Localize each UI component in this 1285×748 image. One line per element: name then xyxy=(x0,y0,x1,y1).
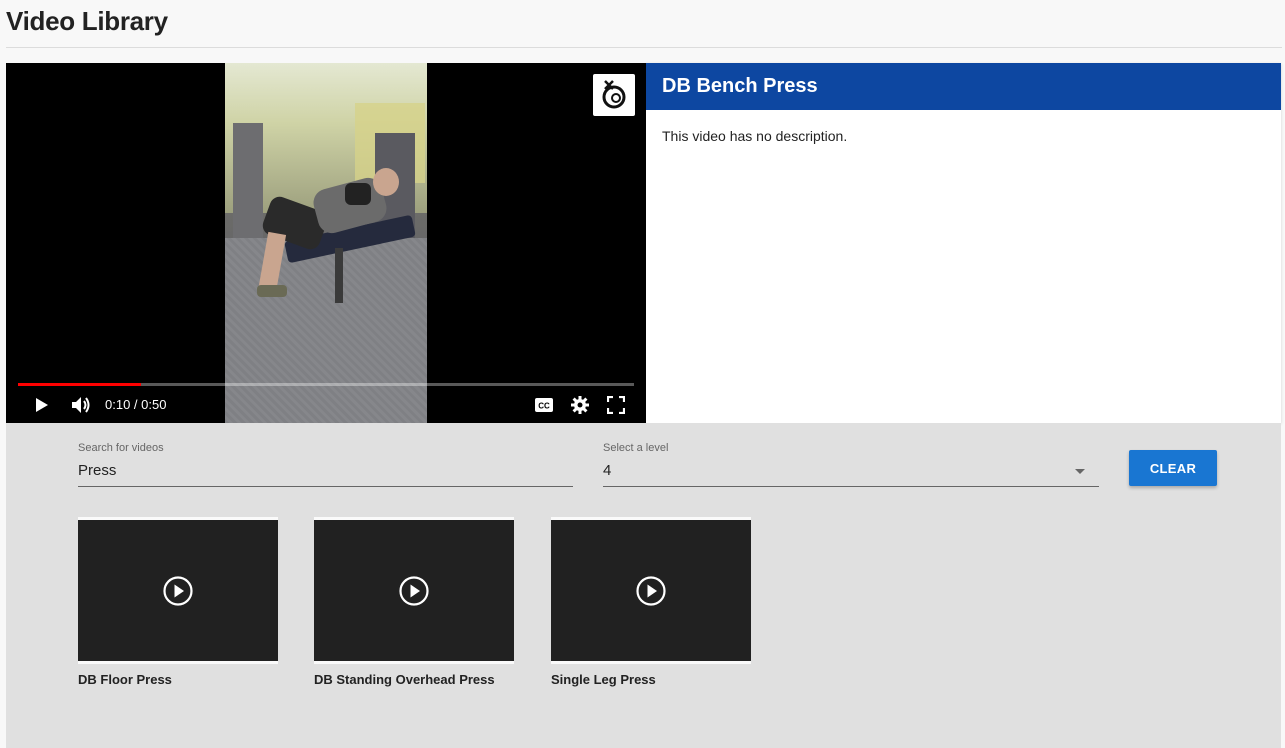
video-thumbnail[interactable] xyxy=(551,517,751,664)
video-thumbnail[interactable] xyxy=(78,517,278,664)
play-circle-icon[interactable] xyxy=(398,575,430,607)
video-title: DB Bench Press xyxy=(662,75,818,97)
time-separator: / xyxy=(130,397,142,412)
video-card-title[interactable]: DB Standing Overhead Press xyxy=(314,672,514,687)
search-input[interactable]: Press xyxy=(78,462,116,479)
level-underline xyxy=(603,486,1099,487)
channel-logo-icon[interactable] xyxy=(593,74,635,116)
chevron-down-icon[interactable] xyxy=(1075,469,1085,474)
time-readout: 0:10 / 0:50 xyxy=(105,397,166,412)
search-underline xyxy=(78,486,573,487)
play-icon[interactable] xyxy=(29,393,53,417)
level-label: Select a level xyxy=(603,442,669,454)
current-time: 0:10 xyxy=(105,397,131,412)
video-card-title[interactable]: Single Leg Press xyxy=(551,672,751,687)
page-title: Video Library xyxy=(6,6,168,36)
title-divider xyxy=(6,47,1282,48)
progress-bar-fill xyxy=(18,383,142,386)
video-card[interactable]: DB Standing Overhead Press xyxy=(314,517,514,687)
video-description: This video has no description. xyxy=(662,128,848,144)
video-card-title[interactable]: DB Floor Press xyxy=(78,672,278,687)
search-label: Search for videos xyxy=(78,442,164,454)
play-circle-icon[interactable] xyxy=(635,575,667,607)
video-browser: Search for videos Press Select a level 4… xyxy=(6,423,1281,748)
svg-text:CC: CC xyxy=(538,402,550,411)
clear-button[interactable]: CLEAR xyxy=(1129,450,1217,486)
closed-captions-icon[interactable]: CC xyxy=(532,393,556,417)
video-player[interactable]: 0:10 / 0:50 CC xyxy=(6,63,646,423)
detail-header: DB Bench Press xyxy=(646,63,1281,110)
video-card[interactable]: Single Leg Press xyxy=(551,517,751,687)
video-frame[interactable] xyxy=(225,63,427,423)
video-card[interactable]: DB Floor Press xyxy=(78,517,278,687)
volume-icon[interactable] xyxy=(69,393,93,417)
video-detail-panel: DB Bench Press This video has no descrip… xyxy=(646,63,1281,423)
video-thumbnail[interactable] xyxy=(314,517,514,664)
fullscreen-icon[interactable] xyxy=(604,393,628,417)
level-value[interactable]: 4 xyxy=(603,462,611,479)
progress-bar[interactable] xyxy=(18,383,634,386)
settings-gear-icon[interactable] xyxy=(568,393,592,417)
duration: 0:50 xyxy=(141,397,167,412)
play-circle-icon[interactable] xyxy=(162,575,194,607)
